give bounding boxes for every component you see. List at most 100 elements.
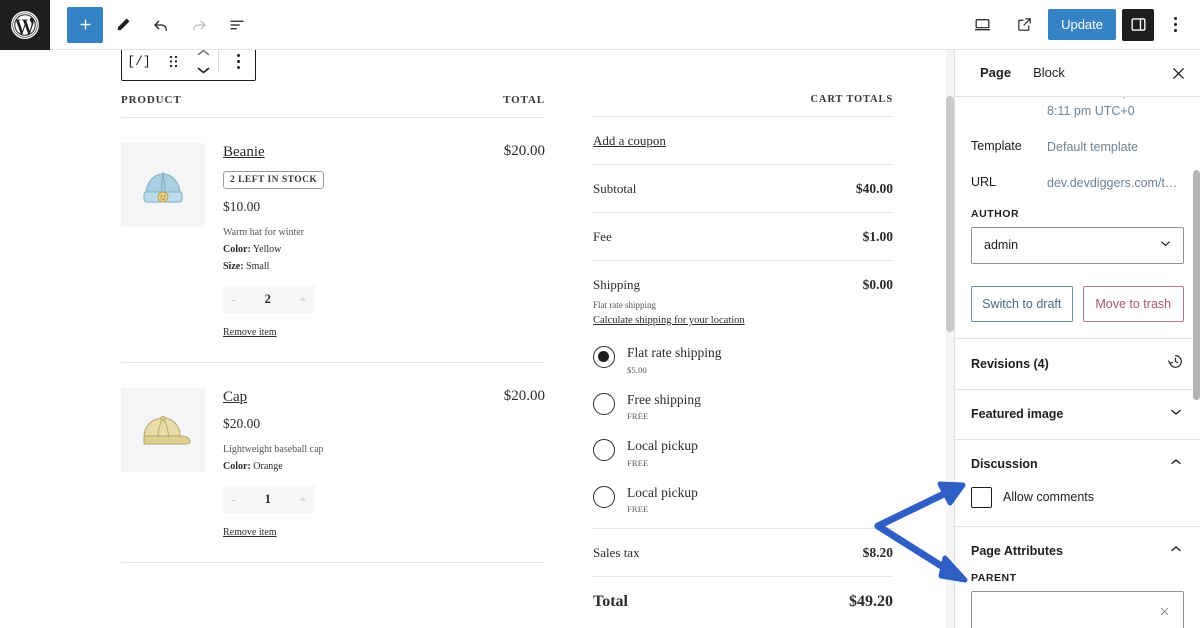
settings-sidebar-toggle[interactable] <box>1122 8 1154 41</box>
panel-discussion[interactable]: Discussion <box>955 438 1200 485</box>
cart-item-row: Cap $20.00 $20.00 Lightweight baseball c… <box>121 363 545 563</box>
shipping-option-cost: FREE <box>627 411 649 422</box>
cart-totals-panel: CART TOTALS Add a coupon Subtotal $40.00… <box>593 94 893 626</box>
shipping-option[interactable]: Local pickup FREE <box>593 485 893 514</box>
undo-button[interactable] <box>143 7 179 43</box>
shipping-radio-local-pickup-1[interactable] <box>593 439 615 462</box>
shipping-option[interactable]: Flat rate shipping $5.00 <box>593 345 893 375</box>
url-row[interactable]: URL dev.devdiggers.com/t… <box>955 165 1200 201</box>
quantity-value: 1 <box>264 492 271 506</box>
shipping-option-name: Flat rate shipping <box>627 345 722 360</box>
shipping-option-name: Free shipping <box>627 391 701 407</box>
move-to-trash-button[interactable]: Move to trash <box>1082 285 1184 322</box>
remove-item-link[interactable]: Remove item <box>223 527 277 538</box>
quantity-stepper[interactable]: - 2 + <box>223 286 315 313</box>
panel-featured-image[interactable]: Featured image <box>955 388 1200 439</box>
tab-page[interactable]: Page <box>969 50 1022 96</box>
revisions-label: Revisions (4) <box>971 356 1049 371</box>
sidebar-tabs: Page Block <box>955 50 1200 97</box>
clear-x-icon[interactable] <box>1158 605 1171 623</box>
add-block-button[interactable] <box>67 6 103 43</box>
shortcode-icon[interactable]: [/] <box>122 54 156 69</box>
sidebar-scroll-area: Publish December 15, 2023 8:11 pm UTC+0 … <box>955 97 1200 628</box>
beanie-hat-image[interactable] <box>121 143 205 227</box>
product-attribute: Color: Yellow <box>223 244 545 255</box>
author-selected-value: admin <box>984 238 1019 252</box>
baseball-cap-image[interactable] <box>121 388 205 472</box>
chevron-down-icon <box>1158 236 1173 254</box>
sidebar-scrollbar-thumb[interactable] <box>1193 170 1200 400</box>
allow-comments-row[interactable]: Allow comments <box>971 485 1184 512</box>
chevron-down-icon[interactable] <box>196 62 211 80</box>
stock-status-badge: 2 LEFT IN STOCK <box>223 171 325 189</box>
switch-to-draft-button[interactable]: Switch to draft <box>971 285 1073 322</box>
author-label: AUTHOR <box>971 207 1020 220</box>
update-button[interactable]: Update <box>1048 9 1116 40</box>
product-name-link[interactable]: Cap <box>223 388 247 406</box>
attribute-value: Small <box>246 261 270 272</box>
url-label: URL <box>971 175 997 190</box>
totals-value: $8.20 <box>862 545 893 561</box>
product-line-total: $20.00 <box>503 143 545 159</box>
quantity-decrease-button[interactable]: - <box>232 294 236 306</box>
parent-page-input[interactable] <box>971 590 1184 628</box>
shipping-option[interactable]: Local pickup FREE <box>593 438 893 468</box>
publish-row[interactable]: Publish December 15, 2023 8:11 pm UTC+0 <box>955 97 1200 129</box>
template-value[interactable]: Default template <box>1047 138 1138 156</box>
shipping-option-cost: FREE <box>627 457 649 468</box>
column-header-product: PRODUCT <box>121 94 182 106</box>
toolbar-divider <box>218 50 219 73</box>
product-unit-price: $10.00 <box>223 199 261 214</box>
quantity-increase-button[interactable]: + <box>300 494 306 506</box>
product-name-link[interactable]: Beanie <box>223 143 265 161</box>
calculate-shipping-link[interactable]: Calculate shipping for your location <box>593 315 745 326</box>
block-options-kebab-icon[interactable] <box>221 53 255 71</box>
quantity-stepper[interactable]: - 1 + <box>223 486 315 513</box>
chevron-up-icon <box>1168 454 1184 475</box>
shipping-label: Shipping <box>593 277 640 292</box>
remove-item-link[interactable]: Remove item <box>223 327 277 338</box>
url-value[interactable]: dev.devdiggers.com/t… <box>1047 174 1177 192</box>
product-attribute: Size: Small <box>223 261 545 272</box>
tab-block[interactable]: Block <box>1022 50 1076 96</box>
publish-date-value[interactable]: December 15, 2023 8:11 pm UTC+0 <box>1047 97 1157 120</box>
post-actions-row: Switch to draft Move to trash <box>955 278 1200 338</box>
author-section: AUTHOR admin <box>955 202 1200 278</box>
template-row[interactable]: Template Default template <box>955 129 1200 165</box>
grand-total-label: Total <box>593 593 628 611</box>
allow-comments-checkbox[interactable] <box>971 486 992 508</box>
tools-pencil-button[interactable] <box>105 7 141 43</box>
panel-revisions[interactable]: Revisions (4) <box>955 337 1200 389</box>
shipping-method-note: Flat rate shipping <box>593 300 656 310</box>
quantity-increase-button[interactable]: + <box>300 294 306 306</box>
drag-handle-icon[interactable] <box>156 54 190 69</box>
redo-button[interactable] <box>181 7 217 43</box>
page-attributes-label: Page Attributes <box>971 544 1063 558</box>
preview-desktop-button[interactable] <box>964 7 1000 43</box>
totals-row-fee: Fee $1.00 <box>593 213 893 261</box>
block-mover <box>190 50 216 80</box>
wordpress-logo-icon[interactable] <box>0 0 50 50</box>
panel-page-attributes[interactable]: Page Attributes <box>955 525 1200 572</box>
add-coupon-link[interactable]: Add a coupon <box>593 133 666 148</box>
shipping-value: $0.00 <box>862 277 893 292</box>
shipping-option-name: Local pickup <box>627 438 698 454</box>
close-sidebar-icon[interactable] <box>1160 55 1196 91</box>
product-description: Warm hat for winter <box>223 227 305 238</box>
toolbar-left-group <box>50 6 255 43</box>
chevron-up-icon[interactable] <box>196 50 211 62</box>
quantity-decrease-button[interactable]: - <box>232 494 236 506</box>
list-view-button[interactable] <box>219 7 255 43</box>
chevron-up-icon <box>1168 541 1184 562</box>
revision-clock-icon <box>1167 353 1184 375</box>
canvas-scrollbar-thumb[interactable] <box>946 96 954 332</box>
shipping-option[interactable]: Free shipping FREE <box>593 391 893 422</box>
shipping-radio-flat-rate[interactable] <box>593 346 615 368</box>
publish-date-line1: December 15, 2023 <box>1047 97 1157 100</box>
editor-options-button[interactable] <box>1160 9 1190 41</box>
author-select[interactable]: admin <box>971 226 1184 264</box>
shipping-radio-free-shipping[interactable] <box>593 392 615 415</box>
view-external-button[interactable] <box>1006 7 1042 43</box>
shipping-radio-local-pickup-2[interactable] <box>593 485 615 508</box>
cart-block: PRODUCT TOTAL Beanie $20.00 2 LEFT IN ST… <box>0 94 954 626</box>
